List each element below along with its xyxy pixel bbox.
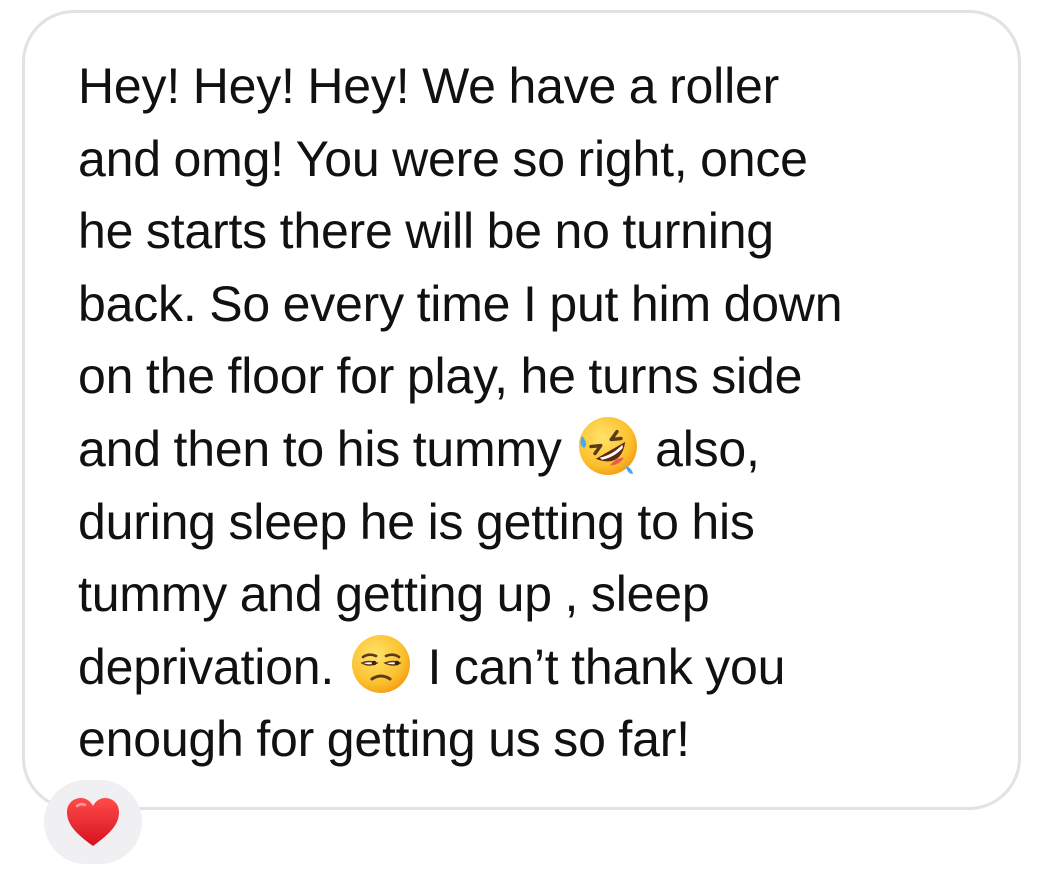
message-line: and then to his tummy also, xyxy=(78,413,968,486)
message-line: tummy and getting up , sleep xyxy=(78,566,710,623)
message-text: Hey! Hey! Hey! We have a roller and omg!… xyxy=(78,50,968,776)
message-line-segment: I can’t thank you xyxy=(414,638,786,695)
message-line: back. So every time I put him down xyxy=(78,275,843,332)
message-line: enough for getting us so far! xyxy=(78,711,690,768)
unamused-face-emoji-icon xyxy=(349,632,413,696)
reaction-badge[interactable] xyxy=(44,780,142,864)
message-line-segment: also, xyxy=(642,420,760,477)
rolling-on-floor-laughing-emoji-icon xyxy=(576,414,640,478)
message-line-segment: deprivation. xyxy=(78,638,347,695)
message-line: he starts there will be no turning xyxy=(78,203,774,260)
message-line: on the floor for play, he turns side xyxy=(78,348,803,405)
red-heart-icon xyxy=(65,796,121,848)
message-line-segment: and then to his tummy xyxy=(78,420,575,477)
message-line: during sleep he is getting to his xyxy=(78,493,755,550)
message-line: deprivation. I can’t thank you xyxy=(78,631,968,704)
message-line: and omg! You were so right, once xyxy=(78,130,808,187)
message-line: Hey! Hey! Hey! We have a roller xyxy=(78,58,780,114)
